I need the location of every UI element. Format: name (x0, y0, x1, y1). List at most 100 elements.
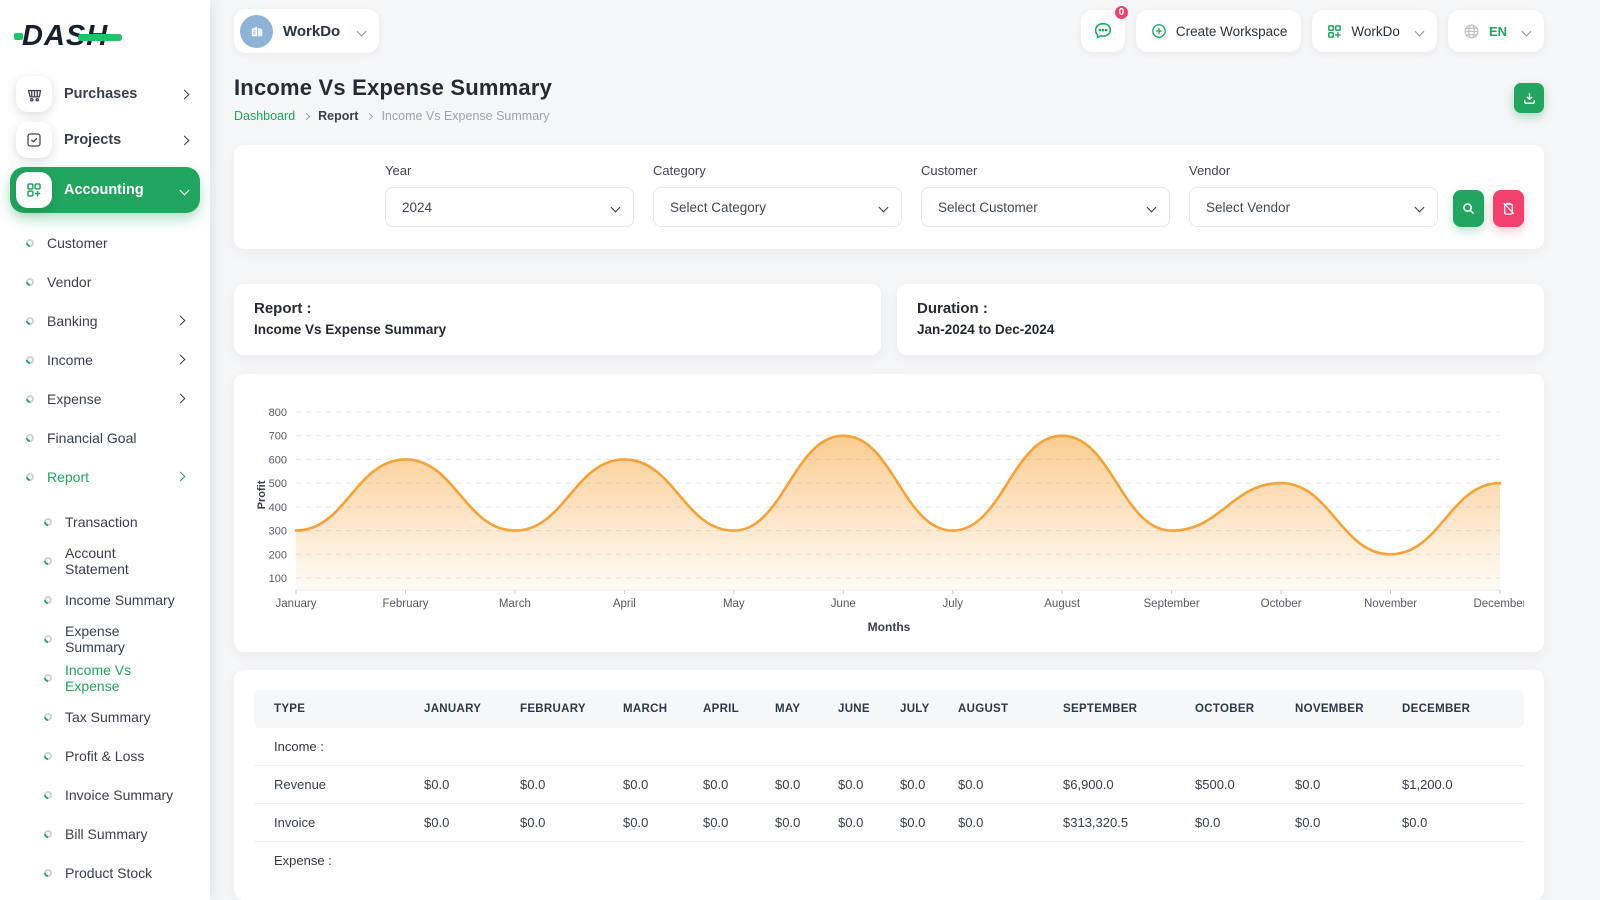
cart-icon (16, 76, 52, 112)
sidebar-item-income-summary[interactable]: Income Summary (38, 580, 188, 619)
sidebar-item-expense[interactable]: Expense (20, 379, 194, 418)
income-expense-table-card: TYPE JANUARY FEBRUARY MARCH APRIL MAY JU… (234, 670, 1544, 900)
sidebar-item-projects[interactable]: Projects (10, 117, 200, 163)
chevron-right-icon (176, 394, 186, 404)
customer-select[interactable]: Select Customer (921, 187, 1170, 227)
sidebar-item-banking[interactable]: Banking (20, 301, 194, 340)
svg-text:December: December (1473, 598, 1524, 610)
sidebar-item-purchases[interactable]: Purchases (10, 71, 200, 117)
chevron-right-icon (176, 316, 186, 326)
bullet-icon (42, 711, 53, 722)
col-august: AUGUST (950, 690, 1055, 728)
duration-value: Jan-2024 to Dec-2024 (917, 322, 1524, 337)
bullet-icon (42, 672, 53, 683)
chart-x-axis-title: Months (254, 616, 1524, 642)
svg-text:October: October (1261, 598, 1302, 610)
sidebar: DASH Purchases Projects Accounting (0, 0, 210, 900)
sidebar-item-tax-summary[interactable]: Tax Summary (38, 697, 188, 736)
chevron-down-icon (357, 26, 367, 36)
logo-accent-bar (78, 34, 122, 41)
col-february: FEBRUARY (512, 690, 615, 728)
apply-filter-button[interactable] (1453, 190, 1484, 227)
logo-accent (14, 33, 23, 40)
sidebar-item-bill-summary[interactable]: Bill Summary (38, 814, 188, 853)
workspace-switcher-label: WorkDo (1351, 24, 1400, 39)
svg-text:800: 800 (269, 407, 287, 419)
svg-text:November: November (1364, 598, 1417, 610)
sidebar-item-customer[interactable]: Customer (20, 223, 194, 262)
workspace-name: WorkDo (283, 23, 340, 40)
subitem-label: Income Vs Expense (65, 662, 178, 694)
svg-text:May: May (723, 598, 745, 610)
col-november: NOVEMBER (1287, 690, 1394, 728)
subitem-label: Expense Summary (65, 623, 178, 655)
sidebar-item-product-stock[interactable]: Product Stock (38, 853, 188, 892)
sidebar-item-cash-flow[interactable]: Cash Flow (38, 892, 188, 900)
sidebar-item-income-vs-expense[interactable]: Income Vs Expense (38, 658, 188, 697)
chevron-down-icon (1522, 26, 1532, 36)
globe-icon (1462, 22, 1481, 41)
download-button[interactable] (1514, 83, 1544, 113)
svg-text:700: 700 (269, 431, 287, 443)
sidebar-item-invoice-summary[interactable]: Invoice Summary (38, 775, 188, 814)
vendor-value: Select Vendor (1206, 200, 1290, 215)
bullet-icon (42, 867, 53, 878)
sidebar-item-vendor[interactable]: Vendor (20, 262, 194, 301)
customer-label: Customer (921, 163, 1170, 178)
chevron-down-icon (180, 185, 190, 195)
bullet-icon (24, 432, 35, 443)
bullet-icon (24, 237, 35, 248)
clipboard-slash-icon (1501, 201, 1516, 216)
sidebar-item-accounting[interactable]: Accounting (10, 167, 200, 213)
subitem-label: Income (47, 352, 93, 368)
workspace-switcher-button[interactable]: WorkDo (1312, 10, 1437, 52)
workspace-chip[interactable]: WorkDo (234, 9, 379, 53)
chevron-right-icon (366, 112, 373, 119)
reset-filter-button[interactable] (1493, 190, 1524, 227)
svg-text:August: August (1044, 598, 1081, 610)
category-value: Select Category (670, 200, 766, 215)
sidebar-item-profit-loss[interactable]: Profit & Loss (38, 736, 188, 775)
year-value: 2024 (402, 200, 432, 215)
messages-button[interactable]: 0 (1081, 10, 1125, 52)
profit-area-chart: 800700600500400300200100ProfitJanuaryFeb… (254, 398, 1524, 616)
topbar: WorkDo 0 Create Workspace WorkDo EN (234, 0, 1544, 57)
category-select[interactable]: Select Category (653, 187, 902, 227)
col-september: SEPTEMBER (1055, 690, 1187, 728)
sidebar-item-financial-goal[interactable]: Financial Goal (20, 418, 194, 457)
vendor-label: Vendor (1189, 163, 1438, 178)
create-workspace-button[interactable]: Create Workspace (1136, 10, 1302, 52)
section-row-expense: Expense : (254, 842, 1524, 880)
subitem-label: Bill Summary (65, 826, 147, 842)
breadcrumb-dashboard[interactable]: Dashboard (234, 109, 295, 123)
messages-badge: 0 (1113, 4, 1130, 21)
report-value: Income Vs Expense Summary (254, 322, 861, 337)
sidebar-item-income[interactable]: Income (20, 340, 194, 379)
svg-text:July: July (943, 598, 964, 610)
workspace-avatar (240, 15, 273, 48)
grid-plus-icon (16, 172, 52, 208)
category-label: Category (653, 163, 902, 178)
col-june: JUNE (830, 690, 892, 728)
subitem-label: Product Stock (65, 865, 152, 881)
page-title: Income Vs Expense Summary (234, 75, 552, 101)
sidebar-item-transaction[interactable]: Transaction (38, 502, 188, 541)
section-row-income: Income : (254, 728, 1524, 766)
app-logo[interactable]: DASH (10, 14, 200, 71)
year-select[interactable]: 2024 (385, 187, 634, 227)
language-button[interactable]: EN (1448, 10, 1544, 52)
subitem-label: Transaction (65, 514, 138, 530)
sidebar-item-account-statement[interactable]: Account Statement (38, 541, 188, 580)
sidebar-item-expense-summary[interactable]: Expense Summary (38, 619, 188, 658)
sidebar-item-report[interactable]: Report (20, 457, 194, 496)
col-december: DECEMBER (1394, 690, 1524, 728)
chevron-down-icon (1414, 26, 1424, 36)
svg-text:200: 200 (269, 549, 287, 561)
table-row-invoice: Invoice $0.0 $0.0 $0.0 $0.0 $0.0 $0.0 $0… (254, 804, 1524, 842)
vendor-select[interactable]: Select Vendor (1189, 187, 1438, 227)
income-expense-table: TYPE JANUARY FEBRUARY MARCH APRIL MAY JU… (254, 690, 1524, 879)
subitem-label: Customer (47, 235, 108, 251)
bullet-icon (24, 354, 35, 365)
subitem-label: Report (47, 469, 89, 485)
breadcrumb-report[interactable]: Report (318, 109, 358, 123)
